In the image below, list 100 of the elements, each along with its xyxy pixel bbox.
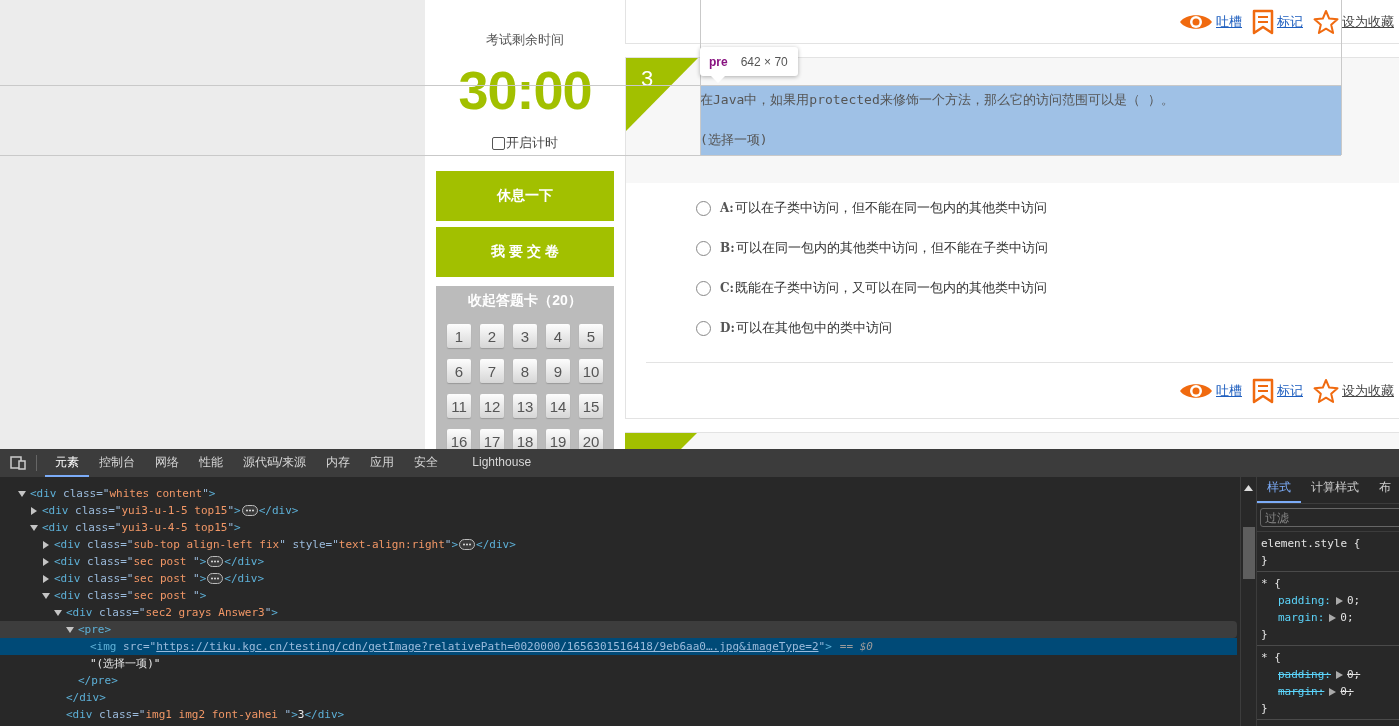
action-link[interactable]: 标记	[1277, 12, 1303, 31]
option-text: 可以在子类中访问，但不能在同一包内的其他类中访问	[734, 199, 1047, 217]
question-number-button[interactable]: 4	[546, 324, 570, 348]
css-property[interactable]: padding:	[1278, 594, 1331, 607]
question-number-button[interactable]: 8	[513, 359, 537, 383]
code-text: </div>	[476, 538, 516, 551]
timer-label: 考试剩余时间	[486, 31, 564, 49]
question-number-button[interactable]: 17	[480, 429, 504, 449]
css-brace: }	[1261, 628, 1268, 641]
node-reference: == $0	[839, 640, 873, 653]
css-value[interactable]: 0;	[1347, 594, 1361, 607]
css-value[interactable]: 0;	[1340, 685, 1354, 698]
question-number-button[interactable]: 16	[447, 429, 471, 449]
question-number-button[interactable]: 6	[447, 359, 471, 383]
countdown-timer: 30:00	[458, 59, 592, 121]
devtools-tab[interactable]: 性能	[189, 449, 233, 477]
action-link[interactable]: 吐槽	[1216, 381, 1242, 400]
element-size: 642 × 70	[740, 54, 788, 69]
scroll-up-icon[interactable]	[1244, 485, 1253, 491]
action-link[interactable]: 设为收藏	[1342, 381, 1394, 400]
question-number-button[interactable]: 2	[480, 324, 504, 348]
question-number-button[interactable]: 5	[579, 324, 603, 348]
collapse-arrow-icon[interactable]	[54, 608, 62, 617]
timer-checkbox[interactable]	[492, 136, 505, 150]
css-property[interactable]: padding:	[1278, 668, 1331, 681]
checkbox-label: 开启计时	[506, 134, 558, 152]
action-link[interactable]: 设为收藏	[1342, 12, 1394, 31]
code-text: <div class="sec2 grays Answer3">	[66, 606, 278, 619]
devtools-tab[interactable]: Lighthouse	[462, 449, 542, 477]
question-number-button[interactable]: 13	[513, 394, 537, 418]
css-property[interactable]: margin:	[1278, 685, 1325, 698]
code-text: <div class="sec post ">	[54, 589, 207, 602]
collapse-arrow-icon[interactable]	[18, 489, 26, 498]
expand-arrow-icon[interactable]	[42, 540, 50, 549]
devtools-tab[interactable]: 安全	[404, 449, 449, 477]
bookmark-icon	[1252, 377, 1274, 404]
question-text: 在Java中，如果用protected来修饰一个方法，那么它的访问范围可以是（ ）。	[700, 91, 1175, 109]
question-number-button[interactable]: 1	[447, 324, 471, 348]
code-text: <img src="https://tiku.kgc.cn/testing/cdn/getImage?relativePath=0020000/1656301516418/9eb6aa0….jpg&imageType=2">	[90, 640, 832, 653]
question-number-button[interactable]: 3	[513, 324, 537, 348]
devtools-tab[interactable]: 网络	[145, 449, 189, 477]
question-number-button[interactable]: 9	[546, 359, 570, 383]
css-selector: * {	[1261, 577, 1281, 590]
code-text: </div>	[258, 504, 299, 517]
styles-tab[interactable]: 布	[1369, 479, 1399, 503]
css-brace: }	[1261, 554, 1268, 567]
code-text: </div>	[66, 691, 106, 704]
code-text: </pre>	[78, 674, 118, 687]
question-number-button[interactable]: 15	[579, 394, 603, 418]
star-icon	[1313, 377, 1339, 404]
scrollbar-thumb[interactable]	[1242, 527, 1255, 579]
code-text: </div>	[224, 572, 265, 585]
expand-arrow-icon[interactable]	[42, 557, 50, 566]
text-content: "(选择一项)"	[90, 656, 161, 671]
css-value[interactable]: 0;	[1340, 611, 1354, 624]
styles-tab[interactable]: 样式	[1257, 479, 1301, 503]
css-selector: * {	[1261, 651, 1281, 664]
device-toolbar-icon[interactable]	[10, 456, 26, 470]
question-number-button[interactable]: 10	[579, 359, 603, 383]
collapse-arrow-icon[interactable]	[30, 523, 38, 532]
devtools-tab[interactable]: 元素	[45, 449, 89, 477]
option-letter: D:	[720, 321, 735, 335]
code-text: <div class="yui3-u-4-5 top15">	[42, 521, 241, 534]
option-letter: B:	[720, 241, 735, 255]
question-number-button[interactable]: 20	[579, 429, 603, 449]
tree-row[interactable]: <pre>	[0, 621, 1237, 638]
option-text: 既能在子类中访问，又可以在同一包内的其他类中访问	[735, 279, 1047, 297]
css-property[interactable]: margin:	[1278, 611, 1325, 624]
ellipsis-icon[interactable]	[207, 556, 224, 567]
question-number-button[interactable]: 19	[546, 429, 570, 449]
tree-row[interactable]: <img src="https://tiku.kgc.cn/testing/cdn/getImage?relativePath=0020000/1656301516418/9eb6aa0….jpg&imageType=2"> == $0	[0, 638, 1237, 655]
styles-tab[interactable]: 计算样式	[1301, 479, 1369, 503]
question-number-button[interactable]: 11	[447, 394, 471, 418]
bookmark-icon	[1252, 8, 1274, 35]
option-text: 可以在同一包内的其他类中访问，但不能在子类中访问	[735, 239, 1048, 257]
collapse-arrow-icon[interactable]	[42, 591, 50, 600]
css-brace: }	[1261, 702, 1268, 715]
expand-arrow-icon[interactable]	[30, 506, 38, 515]
css-value[interactable]: 0;	[1347, 668, 1361, 681]
question-number-button[interactable]: 14	[546, 394, 570, 418]
code-text: <div class="sub-top align-left fix" style="text-align:right">	[54, 538, 459, 551]
ellipsis-icon[interactable]	[459, 539, 476, 550]
question-number-button[interactable]: 7	[480, 359, 504, 383]
option-text: 可以在其他包中的类中访问	[735, 319, 892, 337]
filter-field[interactable]: 过滤	[1260, 508, 1399, 527]
devtools-tab[interactable]: 控制台	[89, 449, 145, 477]
question-number-button[interactable]: 12	[480, 394, 504, 418]
devtools-tab[interactable]: 应用	[360, 449, 405, 477]
action-link[interactable]: 标记	[1277, 381, 1303, 400]
expand-arrow-icon[interactable]	[42, 574, 50, 583]
star-icon	[1313, 8, 1339, 35]
option-letter: C:	[720, 281, 734, 295]
devtools-tab[interactable]: 源代码/来源	[233, 449, 317, 477]
action-link[interactable]: 吐槽	[1216, 12, 1242, 31]
ellipsis-icon[interactable]	[241, 505, 258, 516]
element-tag: pre	[709, 54, 728, 69]
devtools-tab[interactable]: 内存	[316, 449, 361, 477]
ellipsis-icon[interactable]	[207, 573, 224, 584]
question-number-button[interactable]: 18	[513, 429, 537, 449]
collapse-arrow-icon[interactable]	[66, 625, 74, 634]
